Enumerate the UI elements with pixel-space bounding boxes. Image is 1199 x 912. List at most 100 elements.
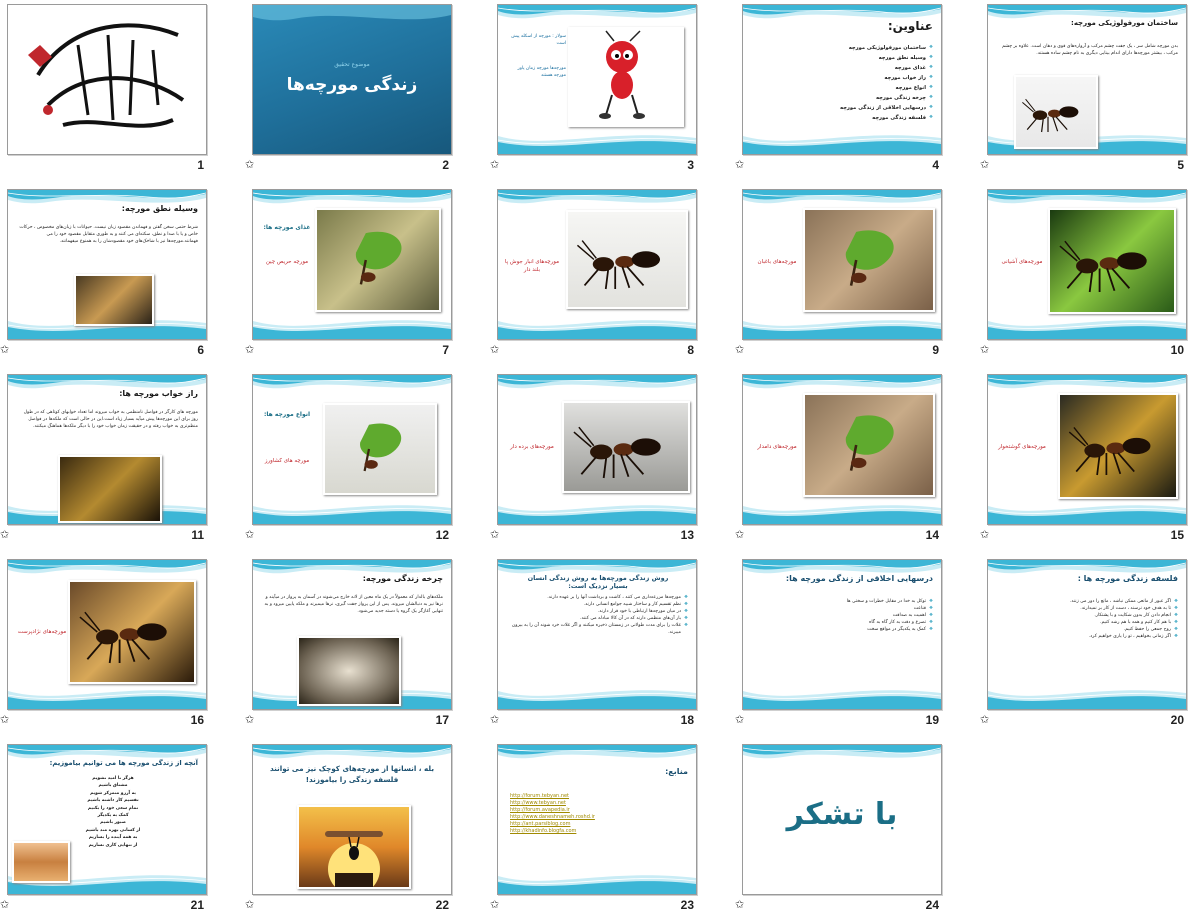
slide-number: 11 (191, 528, 204, 542)
slide-canvas[interactable]: مورچه‌های گوشتخوار (987, 374, 1187, 525)
transition-star-icon[interactable]: ✩ (980, 158, 989, 171)
poem-line: از تنهایی کاری نسازیم (88, 842, 138, 848)
source-link[interactable]: http://khadinfo.blogfa.com (510, 828, 680, 835)
bullet-item: انواع مورچه (833, 83, 933, 93)
bullet-item: اگر عبور از مانعی ممکن نباشد ، مانع را د… (1000, 598, 1178, 605)
transition-star-icon[interactable]: ✩ (0, 898, 9, 911)
transition-star-icon[interactable]: ✩ (490, 528, 499, 541)
transition-star-icon[interactable]: ✩ (0, 528, 9, 541)
leaf-edge-ant-image (1048, 208, 1176, 314)
slide-number: 19 (925, 713, 939, 727)
slide-canvas[interactable]: مورچه‌های انبار جوش پا بلند دار (497, 189, 697, 340)
transition-star-icon[interactable]: ✩ (245, 343, 254, 356)
slide-thumbnail-4[interactable]: عناوین: ساختمان مورفولوژیکی مورچهوسیله نط… (735, 0, 942, 172)
slide-thumbnail-23[interactable]: منابع: http://forum.tebyan.net http://www.… (490, 740, 697, 912)
transition-star-icon[interactable]: ✩ (0, 713, 9, 726)
poem-line: صبور باشیم (100, 820, 126, 826)
slide-canvas[interactable]: راز خواب مورچه ها: مورچه های کارگر در فوا… (7, 374, 207, 525)
slide-canvas[interactable]: مورچه‌های نژادپرست (7, 559, 207, 710)
slide-canvas[interactable]: منابع: http://forum.tebyan.net http://www.… (497, 744, 697, 895)
slide-canvas[interactable]: سولار : مورچه از اسکله پیش است مورچه‌ها م… (497, 4, 697, 155)
slide-thumbnail-1[interactable]: بسم الله الرحمن الرحیم 1 (0, 0, 207, 172)
source-link[interactable]: http://forum.tebyan.net (510, 793, 680, 800)
slide-thumbnail-8[interactable]: مورچه‌های انبار جوش پا بلند دار ✩ 8 (490, 185, 697, 357)
transition-star-icon[interactable]: ✩ (245, 713, 254, 726)
source-link[interactable]: http://ant.parsiblog.com (510, 821, 680, 828)
transition-star-icon[interactable]: ✩ (490, 713, 499, 726)
slide-canvas[interactable]: بسم الله الرحمن الرحیم (7, 4, 207, 155)
transition-star-icon[interactable]: ✩ (490, 158, 499, 171)
slide-number: 6 (197, 343, 204, 357)
slide-canvas[interactable]: مورچه‌های برده دار (497, 374, 697, 525)
slide-title: راز خواب مورچه ها: (119, 389, 198, 398)
slide-thumbnail-3[interactable]: سولار : مورچه از اسکله پیش است مورچه‌ها م… (490, 0, 697, 172)
slide-thumbnail-6[interactable]: وسیله نطق مورچه: شرط حتمی سخن گفتن و فهما… (0, 185, 207, 357)
slide-canvas[interactable]: عناوین: ساختمان مورفولوژیکی مورچهوسیله نط… (742, 4, 942, 155)
slide-body-text: مورچه های کارگر در فواصل نامنظمی به خواب… (23, 410, 198, 429)
slide-canvas[interactable]: بله ، انسانها از مورچه‌های کوچک نیز می ت… (252, 744, 452, 895)
slide-thumbnail-17[interactable]: چرخه زندگی مورچه: ملکه‌های بالدار که معمو… (245, 555, 452, 727)
transition-star-icon[interactable]: ✩ (0, 343, 9, 356)
slide-thumbnail-10[interactable]: مورچه‌های آشیانی ✩ 10 (980, 185, 1187, 357)
slide-thumbnail-24[interactable]: با تشکر ✩ 24 (735, 740, 942, 912)
transition-star-icon[interactable]: ✩ (735, 158, 744, 171)
slide-canvas[interactable]: مورچه‌های آشیانی (987, 189, 1187, 340)
ant-photo-icon (1022, 98, 1079, 133)
slide-canvas[interactable]: غذای مورچه ها: مورچه حریص چین (252, 189, 452, 340)
slide-title: چرخه زندگی مورچه: (362, 574, 443, 583)
transition-star-icon[interactable]: ✩ (735, 343, 744, 356)
transition-star-icon[interactable]: ✩ (735, 898, 744, 911)
slide-canvas[interactable]: آنچه از زندگی مورچه ها می توانیم بیاموزی… (7, 744, 207, 895)
slide-canvas[interactable]: فلسفه زندگی مورچه ها : اگر عبور از مانعی … (987, 559, 1187, 710)
top-wave-decoration (498, 745, 696, 759)
transition-star-icon[interactable]: ✩ (245, 528, 254, 541)
slide-thumbnail-18[interactable]: روش زندگی مورچه‌ها به روش زندگی انسان بس… (490, 555, 697, 727)
leaf-photo-icon (355, 231, 402, 285)
slide-thumbnail-20[interactable]: فلسفه زندگی مورچه ها : اگر عبور از مانعی … (980, 555, 1187, 727)
ant-photo-icon (1068, 427, 1151, 476)
slide-canvas[interactable]: درسهایی اخلاقی از زندگی مورچه ها: توکل به… (742, 559, 942, 710)
transition-star-icon[interactable]: ✩ (490, 343, 499, 356)
slide-title: انواع مورچه ها: (263, 411, 311, 418)
slide-thumbnail-12[interactable]: انواع مورچه ها: مورچه های کشاورز ✩ 12 (245, 370, 452, 542)
transition-star-icon[interactable]: ✩ (735, 528, 744, 541)
bullet-item: قناعت (755, 605, 933, 612)
source-link[interactable]: http://forum.avapedia.ir (510, 807, 680, 814)
slide-thumbnail-21[interactable]: آنچه از زندگی مورچه ها می توانیم بیاموزی… (0, 740, 207, 912)
slide-thumbnail-15[interactable]: مورچه‌های گوشتخوار ✩ 15 (980, 370, 1187, 542)
slide-thumbnail-22[interactable]: بله ، انسانها از مورچه‌های کوچک نیز می ت… (245, 740, 452, 912)
poem-line: تقسیم کار داشته باشیم (87, 798, 139, 804)
slide-thumbnail-5[interactable]: ساختمان مورفولوژیکی مورچه: بدن مورچه شامل… (980, 0, 1187, 172)
slide-thumbnail-16[interactable]: مورچه‌های نژادپرست ✩ 16 (0, 555, 207, 727)
poem-line: هرگز نا امید نشویم (92, 776, 134, 781)
slide-canvas[interactable]: مورچه‌های دامدار (742, 374, 942, 525)
source-link[interactable]: http://www.daneshnameh.roshd.ir (510, 814, 680, 821)
carnivore-ant-image (1058, 393, 1178, 499)
slide-thumbnail-2[interactable]: موضوع تحقیق زندگی مورچه‌ها ✩ 2 (245, 0, 452, 172)
transition-star-icon[interactable]: ✩ (490, 898, 499, 911)
transition-star-icon[interactable]: ✩ (980, 343, 989, 356)
transition-star-icon[interactable]: ✩ (980, 528, 989, 541)
slide-thumbnail-11[interactable]: راز خواب مورچه ها: مورچه های کارگر در فوا… (0, 370, 207, 542)
slide-thumbnail-9[interactable]: مورچه‌های باغبان ✩ 9 (735, 185, 942, 357)
bullet-item: فلسفه زندگی مورچه (833, 113, 933, 123)
sleeping-ants-image (58, 455, 162, 523)
slide-canvas[interactable]: روش زندگی مورچه‌ها به روش زندگی انسان بس… (497, 559, 697, 710)
slide-canvas[interactable]: با تشکر (742, 744, 942, 895)
transition-star-icon[interactable]: ✩ (245, 158, 254, 171)
slide-canvas[interactable]: ساختمان مورفولوژیکی مورچه: بدن مورچه شامل… (987, 4, 1187, 155)
slide-thumbnail-19[interactable]: درسهایی اخلاقی از زندگی مورچه ها: توکل به… (735, 555, 942, 727)
slide-canvas[interactable]: وسیله نطق مورچه: شرط حتمی سخن گفتن و فهما… (7, 189, 207, 340)
transition-star-icon[interactable]: ✩ (980, 713, 989, 726)
slide-canvas[interactable]: موضوع تحقیق زندگی مورچه‌ها (252, 4, 452, 155)
transition-star-icon[interactable]: ✩ (245, 898, 254, 911)
bottom-wave-decoration (498, 690, 696, 709)
slide-thumbnail-7[interactable]: غذای مورچه ها: مورچه حریص چین ✩ 7 (245, 185, 452, 357)
slide-thumbnail-14[interactable]: مورچه‌های دامدار ✩ 14 (735, 370, 942, 542)
slide-canvas[interactable]: انواع مورچه ها: مورچه های کشاورز (252, 374, 452, 525)
slide-canvas[interactable]: چرخه زندگی مورچه: ملکه‌های بالدار که معمو… (252, 559, 452, 710)
slide-canvas[interactable]: مورچه‌های باغبان (742, 189, 942, 340)
slide-thumbnail-13[interactable]: مورچه‌های برده دار ✩ 13 (490, 370, 697, 542)
source-link[interactable]: http://www.tebyan.net (510, 800, 680, 807)
transition-star-icon[interactable]: ✩ (735, 713, 744, 726)
